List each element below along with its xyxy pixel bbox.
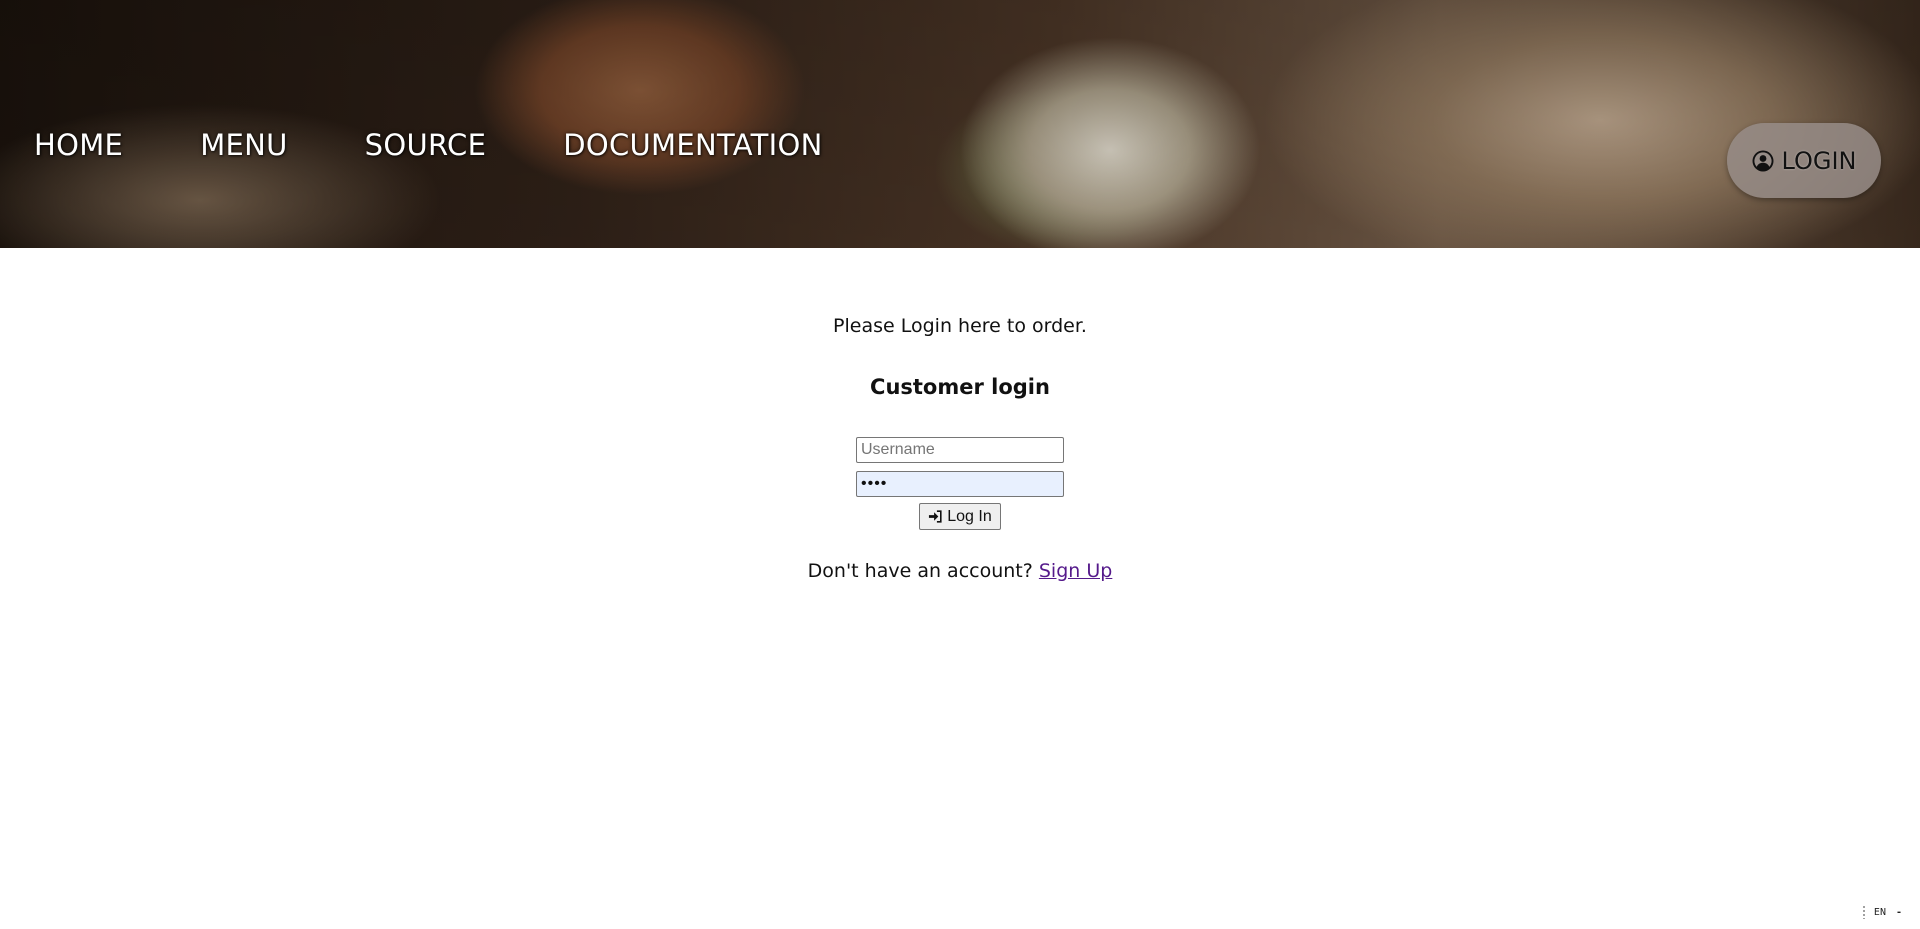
- user-circle-icon: [1752, 150, 1774, 171]
- log-in-button-label: Log In: [947, 507, 992, 525]
- main-nav: HOME MENU SOURCE DOCUMENTATION: [34, 128, 900, 162]
- login-button-label: LOGIN: [1781, 146, 1857, 175]
- language-dash: -: [1895, 906, 1902, 918]
- nav-home[interactable]: HOME: [34, 128, 123, 162]
- signup-link[interactable]: Sign Up: [1039, 560, 1112, 582]
- sign-in-icon: [929, 510, 942, 523]
- nav-menu[interactable]: MENU: [200, 128, 287, 162]
- log-in-button[interactable]: Log In: [919, 503, 1001, 530]
- password-input[interactable]: [856, 471, 1064, 497]
- username-input[interactable]: [856, 437, 1064, 463]
- language-indicator[interactable]: EN -: [1861, 905, 1902, 919]
- grip-icon: [1861, 905, 1866, 919]
- nav-documentation[interactable]: DOCUMENTATION: [563, 128, 822, 162]
- login-section: Please Login here to order. Customer log…: [0, 248, 1920, 582]
- login-button[interactable]: LOGIN: [1727, 123, 1881, 198]
- signup-prompt-line: Don't have an account? Sign Up: [0, 560, 1920, 582]
- hero-banner: HOME MENU SOURCE DOCUMENTATION LOGIN: [0, 0, 1920, 248]
- language-code: EN: [1873, 906, 1886, 918]
- page-title: Customer login: [870, 375, 1050, 399]
- login-form: Log In: [0, 437, 1920, 530]
- nav-source[interactable]: SOURCE: [365, 128, 487, 162]
- signup-prompt: Don't have an account?: [807, 560, 1033, 582]
- login-intro-text: Please Login here to order.: [833, 315, 1087, 337]
